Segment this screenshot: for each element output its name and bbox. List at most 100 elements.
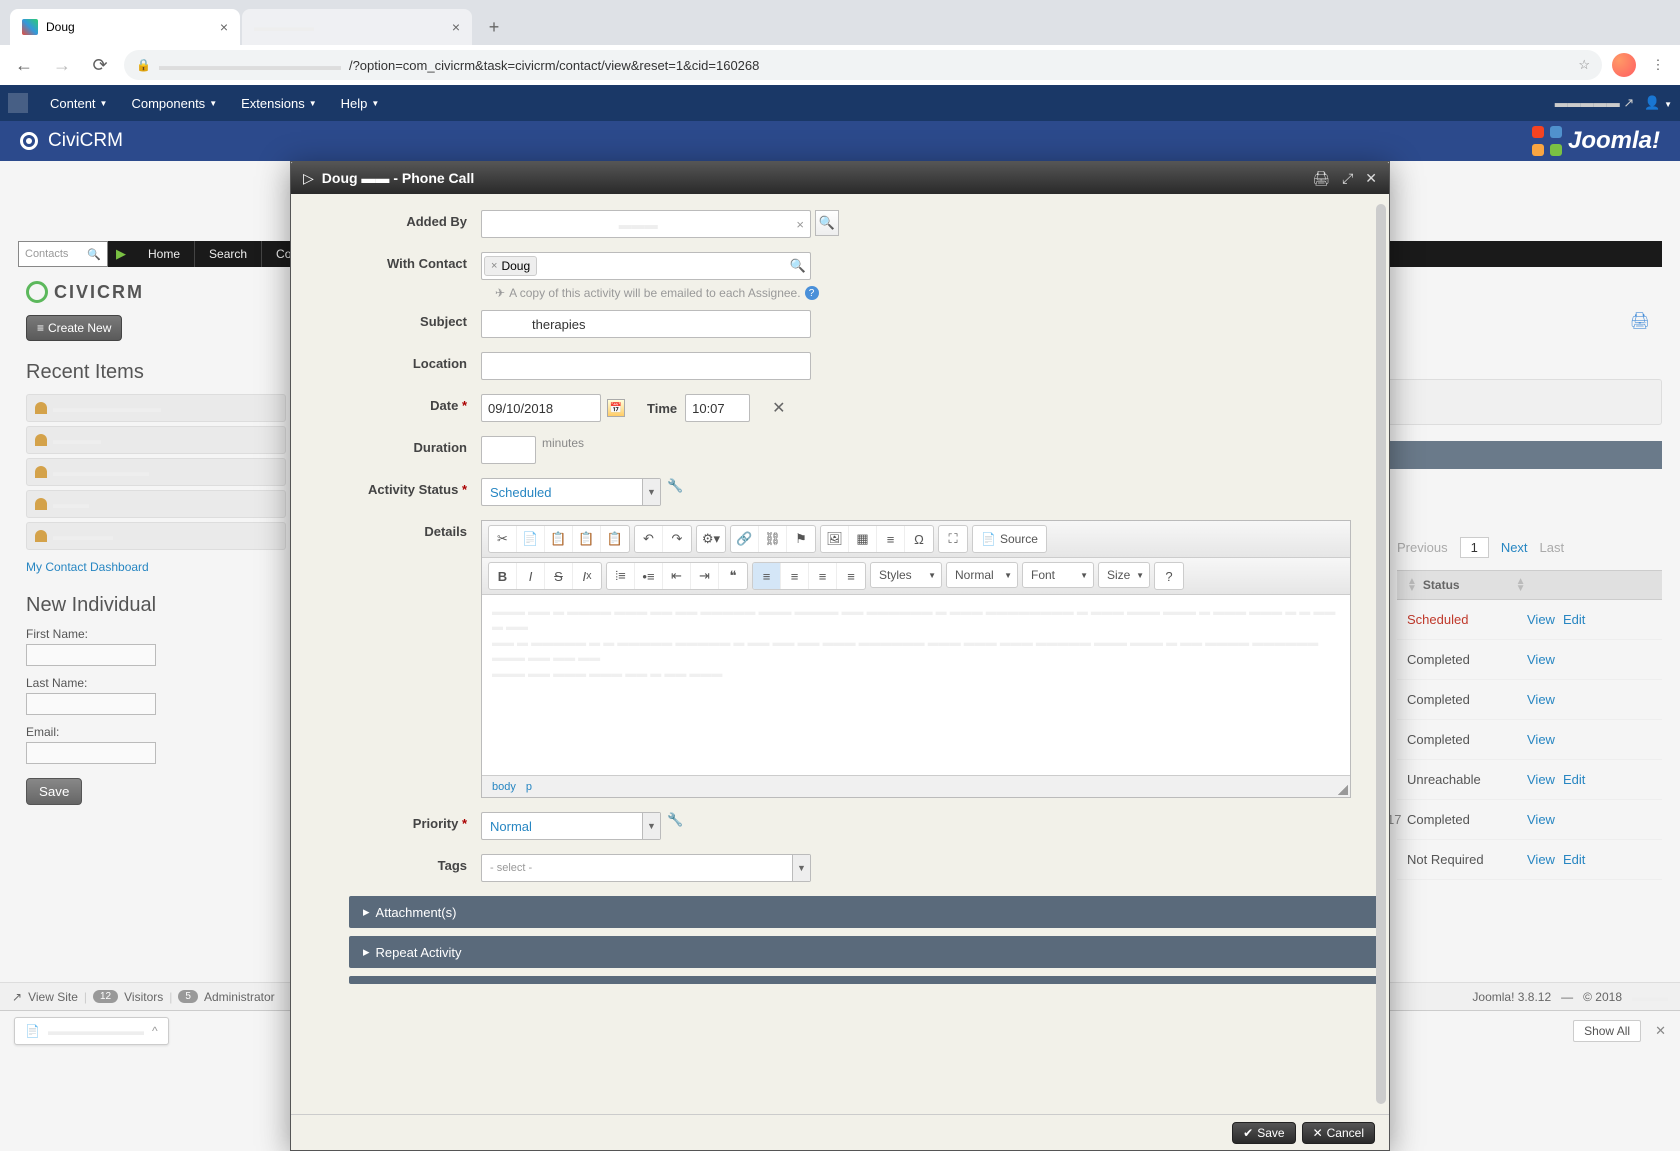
undo-icon[interactable]: ↶ (635, 526, 663, 552)
contact-token[interactable]: ×Doug (484, 256, 537, 276)
blockquote-icon[interactable]: ❝ (719, 563, 747, 589)
new-tab-button[interactable]: + (480, 13, 508, 41)
sidebar-save-button[interactable]: Save (26, 778, 82, 805)
help-icon[interactable]: ? (805, 286, 819, 300)
table-icon[interactable]: ▦ (849, 526, 877, 552)
my-contact-dashboard-link[interactable]: My Contact Dashboard (26, 560, 286, 574)
with-contact-input[interactable]: ×Doug 🔍 (481, 252, 811, 280)
location-input[interactable] (481, 352, 811, 380)
more-accordion[interactable] (349, 976, 1379, 984)
activity-status-select[interactable]: Scheduled▼ (481, 478, 661, 506)
browser-menu-icon[interactable]: ⋮ (1646, 57, 1670, 73)
font-select[interactable]: Font (1022, 562, 1094, 588)
redo-icon[interactable]: ↷ (663, 526, 691, 552)
subject-input[interactable] (481, 310, 811, 338)
remove-token-icon[interactable]: × (491, 260, 497, 272)
last-name-input[interactable] (26, 693, 156, 715)
tags-select[interactable]: - select -▼ (481, 854, 811, 882)
added-by-input[interactable]: ▬▬▬ × (481, 210, 811, 238)
calendar-icon[interactable]: 📅 (607, 399, 625, 417)
remove-format-icon[interactable]: Ix (573, 563, 601, 589)
edit-link[interactable]: Edit (1563, 772, 1585, 787)
bullet-list-icon[interactable]: •≡ (635, 563, 663, 589)
pager-prev[interactable]: Previous (1397, 540, 1448, 555)
special-char-icon[interactable]: Ω (905, 526, 933, 552)
path-body[interactable]: body (492, 781, 516, 793)
pager-last[interactable]: Last (1540, 540, 1565, 555)
print-icon[interactable]: 🖨 (1312, 170, 1330, 187)
close-icon[interactable]: ✕ (1365, 170, 1377, 187)
wrench-icon[interactable]: 🔧 (667, 812, 683, 828)
hr-icon[interactable]: ≡ (877, 526, 905, 552)
save-button[interactable]: ✔Save (1232, 1122, 1295, 1144)
email-input[interactable] (26, 742, 156, 764)
path-p[interactable]: p (526, 781, 532, 793)
size-select[interactable]: Size (1098, 562, 1150, 588)
forward-button[interactable]: → (48, 51, 76, 79)
browser-tab-active[interactable]: Doug × (10, 9, 240, 45)
browser-tab-inactive[interactable]: ▬▬▬▬▬ × (242, 9, 472, 45)
resize-handle-icon[interactable] (1338, 785, 1348, 795)
paste-icon[interactable]: 📋 (545, 526, 573, 552)
cut-icon[interactable]: ✂ (489, 526, 517, 552)
format-select[interactable]: Normal (946, 562, 1018, 588)
italic-icon[interactable]: I (517, 563, 545, 589)
clear-date-icon[interactable]: ✕ (772, 398, 785, 418)
recent-item[interactable]: ▬▬▬▬▬ (26, 522, 286, 550)
create-new-button[interactable]: ≡ Create New (26, 315, 122, 341)
status-column-header[interactable]: ▲▼ Status ▲▼ (1397, 570, 1662, 600)
close-shelf-icon[interactable]: ✕ (1655, 1023, 1666, 1039)
download-item[interactable]: 📄 ▬▬▬▬▬▬▬▬ ^ (14, 1017, 169, 1045)
recent-item[interactable]: ▬▬▬▬ (26, 426, 286, 454)
align-center-icon[interactable]: ≡ (781, 563, 809, 589)
bold-icon[interactable]: B (489, 563, 517, 589)
repeat-activity-accordion[interactable]: ▸ Repeat Activity (349, 936, 1379, 968)
outdent-icon[interactable]: ⇤ (663, 563, 691, 589)
menu-content[interactable]: Content▼ (38, 85, 119, 121)
recent-item[interactable]: ▬▬▬▬▬▬▬▬▬ (26, 394, 286, 422)
back-button[interactable]: ← (10, 51, 38, 79)
maximize-icon[interactable]: ⛶ (939, 526, 967, 552)
view-link[interactable]: View (1527, 612, 1555, 627)
clear-icon[interactable]: × (796, 217, 804, 232)
indent-icon[interactable]: ⇥ (691, 563, 719, 589)
menu-help[interactable]: Help▼ (329, 85, 392, 121)
contacts-search-input[interactable]: Contacts 🔍 (18, 241, 108, 267)
attachments-accordion[interactable]: ▸ Attachment(s) (349, 896, 1379, 928)
cancel-button[interactable]: ✕Cancel (1302, 1122, 1375, 1144)
view-link[interactable]: View (1527, 692, 1555, 707)
editor-content-area[interactable]: ▬▬▬ ▬▬ ▬ ▬▬▬▬ ▬▬▬ ▬▬ ▬▬ ▬▬▬▬▬ ▬▬▬ ▬▬▬▬ ▬… (482, 595, 1350, 775)
duration-input[interactable] (481, 436, 536, 464)
edit-link[interactable]: Edit (1563, 612, 1585, 627)
priority-select[interactable]: Normal▼ (481, 812, 661, 840)
copy-icon[interactable]: 📄 (517, 526, 545, 552)
align-right-icon[interactable]: ≡ (809, 563, 837, 589)
help-icon[interactable]: ? (1155, 563, 1183, 589)
link-icon[interactable]: 🔗 (731, 526, 759, 552)
chevron-up-icon[interactable]: ^ (152, 1024, 158, 1038)
pager-next[interactable]: Next (1501, 540, 1528, 555)
recent-item[interactable]: ▬▬▬▬▬▬▬▬ (26, 458, 286, 486)
view-link[interactable]: View (1527, 852, 1555, 867)
modal-header[interactable]: ▷ Doug ▬▬ - Phone Call 🖨 ⤢ ✕ (291, 162, 1389, 194)
view-link[interactable]: View (1527, 772, 1555, 787)
wrench-icon[interactable]: 🔧 (667, 478, 683, 494)
find-icon[interactable]: ⚙▾ (697, 526, 725, 552)
bookmark-star-icon[interactable]: ☆ (1578, 57, 1590, 73)
view-link[interactable]: View (1527, 812, 1555, 827)
tab-close-icon[interactable]: × (220, 19, 228, 35)
user-menu-icon[interactable]: 👤 ▼ (1644, 95, 1672, 111)
anchor-icon[interactable]: ⚑ (787, 526, 815, 552)
edit-link[interactable]: Edit (1563, 852, 1585, 867)
paste-word-icon[interactable]: 📋 (601, 526, 629, 552)
strike-icon[interactable]: S (545, 563, 573, 589)
recent-item[interactable]: ▬▬▬ (26, 490, 286, 518)
profile-avatar-icon[interactable] (1612, 53, 1636, 77)
url-field[interactable]: 🔒 ▬▬▬▬▬▬▬▬▬▬▬▬▬▬ /?option=com_civicrm&ta… (124, 50, 1602, 80)
expand-icon[interactable]: ⤢ (1342, 170, 1353, 187)
numbered-list-icon[interactable]: ⦙≡ (607, 563, 635, 589)
view-site-link[interactable]: View Site (28, 990, 78, 1004)
print-icon[interactable]: 🖨 (1630, 311, 1650, 331)
search-icon[interactable]: 🔍 (815, 210, 839, 236)
align-justify-icon[interactable]: ≡ (837, 563, 865, 589)
